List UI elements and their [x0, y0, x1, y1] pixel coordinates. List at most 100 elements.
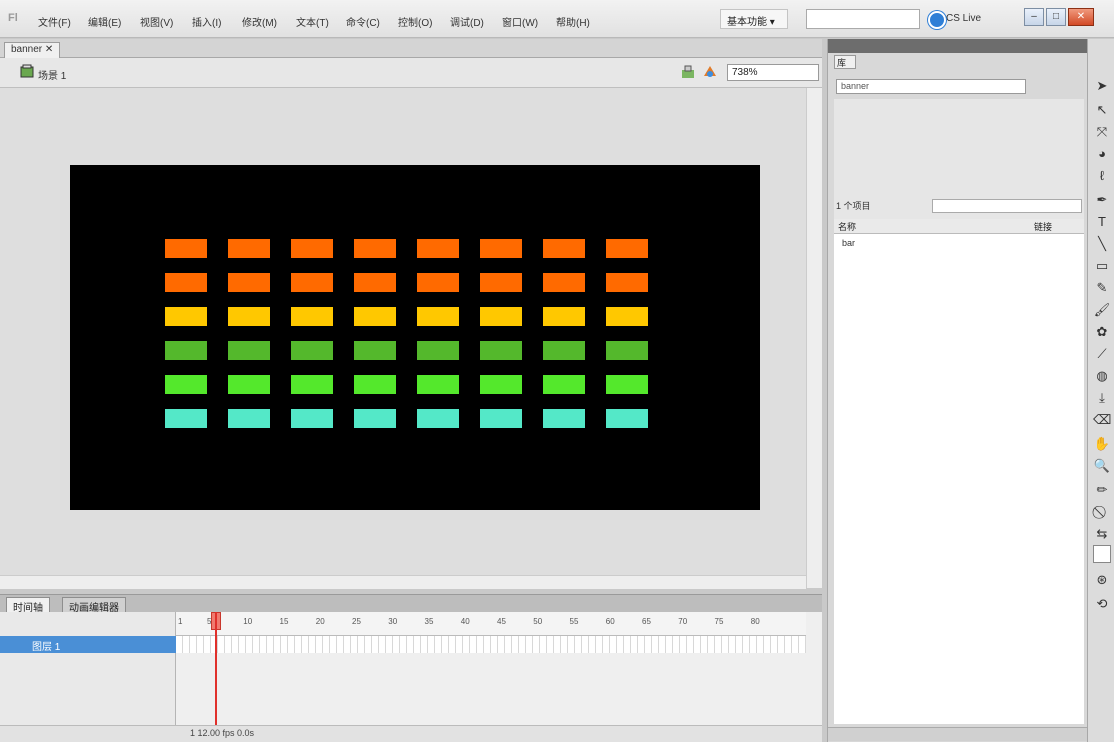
menu-help[interactable]: 帮助(H): [556, 14, 590, 29]
menu-control[interactable]: 控制(O): [398, 14, 432, 29]
snap-to-objects-icon[interactable]: ⊛: [1093, 571, 1111, 589]
edit-symbols-icon[interactable]: [702, 64, 718, 80]
level-bar[interactable]: [543, 307, 585, 326]
close-button[interactable]: ✕: [1068, 8, 1094, 26]
layer-row[interactable]: 图层 1: [0, 636, 176, 653]
library-item[interactable]: bar: [842, 238, 855, 248]
workspace-switcher[interactable]: 基本功能 ▾: [720, 9, 788, 29]
level-bar[interactable]: [354, 307, 396, 326]
column-linkage[interactable]: 链接: [1034, 220, 1052, 233]
level-bar[interactable]: [606, 409, 648, 428]
level-bar[interactable]: [543, 341, 585, 360]
level-bar[interactable]: [480, 239, 522, 258]
menu-edit[interactable]: 编辑(E): [88, 14, 121, 29]
level-bar[interactable]: [228, 409, 270, 428]
cs-live-button[interactable]: CS Live: [928, 9, 986, 29]
tab-timeline[interactable]: 时间轴: [6, 597, 50, 614]
menu-commands[interactable]: 命令(C): [346, 14, 380, 29]
horizontal-scrollbar[interactable]: [0, 575, 806, 589]
level-bar[interactable]: [606, 273, 648, 292]
menu-text[interactable]: 文本(T): [296, 14, 329, 29]
hand-tool-icon[interactable]: ✋: [1093, 435, 1111, 453]
level-bar[interactable]: [480, 375, 522, 394]
library-document-select[interactable]: banner: [836, 79, 1026, 94]
level-bar[interactable]: [354, 273, 396, 292]
zoom-select[interactable]: 738%: [727, 64, 819, 81]
level-bar[interactable]: [291, 239, 333, 258]
eraser-tool-icon[interactable]: ⌫: [1093, 411, 1111, 429]
transform-tool-icon[interactable]: ⤧: [1093, 123, 1111, 141]
3d-rotate-tool-icon[interactable]: ◕: [1093, 145, 1111, 163]
level-bar[interactable]: [165, 409, 207, 428]
document-tab[interactable]: banner ✕: [4, 42, 61, 58]
level-bar[interactable]: [228, 273, 270, 292]
level-bar[interactable]: [228, 239, 270, 258]
level-bar[interactable]: [165, 273, 207, 292]
frame-ruler[interactable]: 1 5 10 15 20 25 30 35 40 45 50 55 60 65 70 75 80: [176, 612, 806, 636]
level-bar[interactable]: [417, 307, 459, 326]
stroke-color-icon[interactable]: ✏: [1093, 481, 1111, 499]
minimize-button[interactable]: –: [1024, 8, 1044, 26]
level-bar[interactable]: [291, 409, 333, 428]
library-search-input[interactable]: [932, 199, 1082, 213]
level-bar[interactable]: [417, 239, 459, 258]
maximize-button[interactable]: □: [1046, 8, 1066, 26]
fill-swatch[interactable]: [1093, 545, 1111, 563]
brush-tool-icon[interactable]: 🖌: [1093, 301, 1111, 319]
level-bar[interactable]: [291, 307, 333, 326]
eyedropper-tool-icon[interactable]: ⤓: [1093, 389, 1111, 407]
level-bar[interactable]: [354, 409, 396, 428]
level-bar[interactable]: [165, 239, 207, 258]
tab-library[interactable]: 库: [834, 55, 856, 69]
stage[interactable]: [70, 165, 760, 510]
level-bar[interactable]: [354, 239, 396, 258]
lasso-tool-icon[interactable]: ℓ: [1093, 167, 1111, 185]
level-bar[interactable]: [543, 273, 585, 292]
level-bar[interactable]: [417, 341, 459, 360]
vertical-scrollbar[interactable]: [806, 88, 822, 588]
line-tool-icon[interactable]: ╲: [1093, 235, 1111, 253]
menu-file[interactable]: 文件(F): [38, 14, 71, 29]
level-bar[interactable]: [165, 307, 207, 326]
level-bar[interactable]: [606, 341, 648, 360]
smooth-icon[interactable]: ⟲: [1093, 595, 1111, 613]
level-bar[interactable]: [291, 273, 333, 292]
level-bar[interactable]: [606, 307, 648, 326]
edit-scene-icon[interactable]: [680, 64, 696, 80]
frame-track[interactable]: [176, 636, 806, 653]
pen-tool-icon[interactable]: ✒: [1093, 191, 1111, 209]
swap-colors-icon[interactable]: ⇆: [1093, 525, 1111, 543]
level-bar[interactable]: [291, 375, 333, 394]
zoom-tool-icon[interactable]: 🔍: [1093, 457, 1111, 475]
level-bar[interactable]: [291, 341, 333, 360]
level-bar[interactable]: [606, 375, 648, 394]
level-bar[interactable]: [606, 239, 648, 258]
level-bar[interactable]: [480, 341, 522, 360]
column-name[interactable]: 名称: [838, 222, 856, 232]
bone-tool-icon[interactable]: ⟋: [1093, 345, 1111, 363]
level-bar[interactable]: [354, 341, 396, 360]
rectangle-tool-icon[interactable]: ▭: [1093, 257, 1111, 275]
paint-bucket-tool-icon[interactable]: ◍: [1093, 367, 1111, 385]
selection-tool-icon[interactable]: ➤: [1093, 77, 1111, 95]
deco-tool-icon[interactable]: ✿: [1093, 323, 1111, 341]
level-bar[interactable]: [228, 375, 270, 394]
level-bar[interactable]: [417, 273, 459, 292]
level-bar[interactable]: [480, 307, 522, 326]
level-bar[interactable]: [543, 375, 585, 394]
text-tool-icon[interactable]: T: [1093, 213, 1111, 231]
menu-window[interactable]: 窗口(W): [502, 14, 538, 29]
level-bar[interactable]: [165, 375, 207, 394]
menu-debug[interactable]: 调试(D): [450, 14, 484, 29]
fill-color-icon[interactable]: ⃠: [1093, 503, 1111, 521]
level-bar[interactable]: [228, 341, 270, 360]
level-bar[interactable]: [417, 409, 459, 428]
subselect-tool-icon[interactable]: ↖: [1093, 101, 1111, 119]
level-bar[interactable]: [543, 409, 585, 428]
pencil-tool-icon[interactable]: ✎: [1093, 279, 1111, 297]
menu-modify[interactable]: 修改(M): [242, 14, 277, 29]
level-bar[interactable]: [480, 409, 522, 428]
tab-motion-editor[interactable]: 动画编辑器: [62, 597, 126, 614]
level-bar[interactable]: [165, 341, 207, 360]
level-bar[interactable]: [543, 239, 585, 258]
